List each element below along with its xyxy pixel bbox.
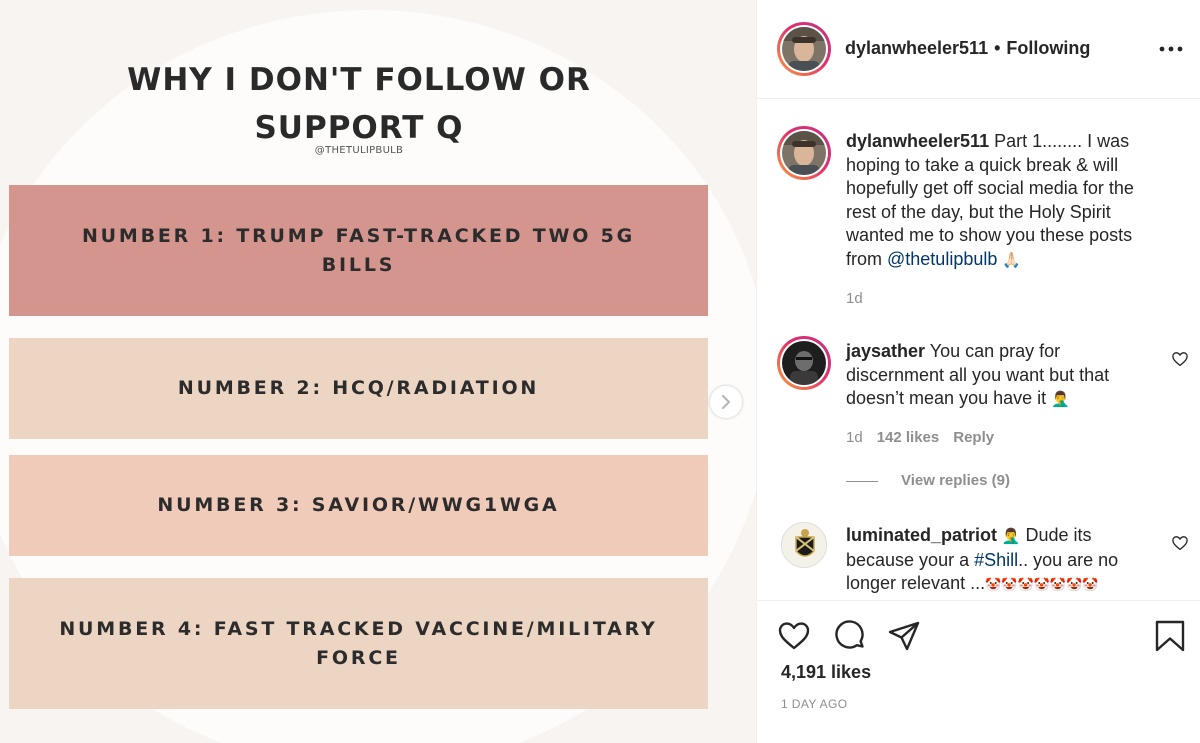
caption-mention-link[interactable]: @thetulipbulb xyxy=(887,249,997,269)
chevron-right-icon xyxy=(722,395,730,409)
avatar xyxy=(782,341,826,385)
pray-emoji: 🙏🏻 xyxy=(1002,250,1022,269)
reason-text: NUMBER 3: SAVIOR/WWG1WGA xyxy=(157,494,560,516)
post-sidebar: dylanwheeler511 • Following dylanwheeler… xyxy=(756,0,1200,743)
post-timestamp[interactable]: 1 DAY AGO xyxy=(781,697,848,711)
comment-avatar[interactable] xyxy=(781,522,827,568)
header-separator: • xyxy=(994,38,1001,58)
post-actions: 4,191 likes 1 DAY AGO xyxy=(757,600,1200,743)
caption-text: dylanwheeler511 Part 1........ I was hop… xyxy=(846,130,1151,272)
likes-count[interactable]: 4,191 likes xyxy=(781,662,871,683)
caption-username[interactable]: dylanwheeler511 xyxy=(846,131,989,151)
comment-text: luminated_patriot 🤦‍♂️ Dude its because … xyxy=(846,524,1151,598)
comment-meta: 1d 142 likes Reply xyxy=(846,429,1008,446)
header-avatar[interactable] xyxy=(777,22,831,76)
view-replies-button[interactable]: View replies (9) xyxy=(846,472,1010,489)
header-user-line: dylanwheeler511 • Following xyxy=(845,38,1090,59)
bookmark-icon[interactable] xyxy=(1153,619,1187,653)
comment-likes[interactable]: 142 likes xyxy=(877,429,940,446)
view-replies-line xyxy=(846,480,878,482)
reason-text: NUMBER 1: TRUMP FAST-TRACKED TWO 5G BILL… xyxy=(81,224,636,276)
send-icon[interactable] xyxy=(887,619,921,653)
reason-card-4: NUMBER 4: FAST TRACKED VACCINE/MILITARY … xyxy=(9,578,708,709)
reason-card-3: NUMBER 3: SAVIOR/WWG1WGA xyxy=(9,455,708,556)
hashtag-link[interactable]: #Shill xyxy=(974,550,1018,570)
next-image-button[interactable] xyxy=(710,386,742,418)
reason-card-2: NUMBER 2: HCQ/RADIATION xyxy=(9,338,708,439)
comment-username[interactable]: luminated_patriot xyxy=(846,525,997,545)
reason-text: NUMBER 2: HCQ/RADIATION xyxy=(177,377,540,399)
facepalm-emoji: 🤦‍♂️ xyxy=(997,527,1021,545)
image-handle: @THETULIPBULB xyxy=(314,145,404,156)
comment-avatar[interactable] xyxy=(777,336,831,390)
view-replies-label: View replies (9) xyxy=(901,472,1010,489)
avatar xyxy=(782,27,826,71)
post-header: dylanwheeler511 • Following xyxy=(757,0,1200,99)
comment-like-icon[interactable] xyxy=(1171,350,1189,368)
comments-list[interactable]: dylanwheeler511 Part 1........ I was hop… xyxy=(757,100,1200,600)
reply-button[interactable]: Reply xyxy=(953,429,994,446)
caption-avatar[interactable] xyxy=(777,126,831,180)
comment-age[interactable]: 1d xyxy=(846,429,863,446)
reason-text: NUMBER 4: FAST TRACKED VACCINE/MILITARY … xyxy=(59,617,658,669)
caption-meta: 1d xyxy=(846,290,877,307)
facepalm-emoji: 🤦‍♂️ xyxy=(1051,390,1070,408)
image-title: WHY I DON'T FOLLOW OR SUPPORT Q xyxy=(127,62,591,146)
post-image: WHY I DON'T FOLLOW OR SUPPORT Q @THETULI… xyxy=(0,0,756,743)
avatar xyxy=(782,131,826,175)
header-username[interactable]: dylanwheeler511 xyxy=(845,38,988,58)
caption-age[interactable]: 1d xyxy=(846,290,863,307)
comment-text: jaysather You can pray for discernment a… xyxy=(846,340,1151,412)
heart-icon[interactable] xyxy=(777,619,811,653)
comment-like-icon[interactable] xyxy=(1171,534,1189,552)
comment-icon[interactable] xyxy=(833,619,867,653)
comment-username[interactable]: jaysather xyxy=(846,341,925,361)
reason-card-1: NUMBER 1: TRUMP FAST-TRACKED TWO 5G BILL… xyxy=(9,185,708,316)
following-button[interactable]: Following xyxy=(1006,38,1090,58)
clown-emoji: 🤡🤡🤡🤡🤡🤡🤡 xyxy=(985,578,1099,593)
more-horizontal-icon[interactable] xyxy=(1159,44,1183,54)
